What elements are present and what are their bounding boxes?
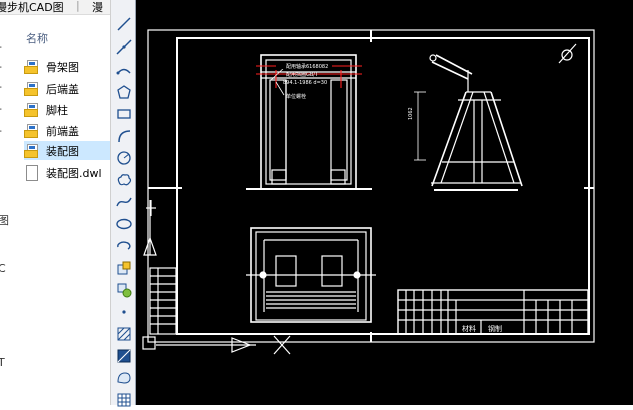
ellipse-icon[interactable] [114,214,134,234]
arc-icon[interactable] [114,126,134,146]
callout-bearing: 配用轴承6168082 [286,63,328,70]
left-strip-table [149,267,177,335]
edge-char: 图 [0,214,9,227]
callout-bolt: 单位螺栓 [286,93,306,100]
column-header-name[interactable]: 名称 [26,30,48,46]
hatch-icon[interactable] [114,324,134,344]
cad-file-icon [24,143,40,159]
ellipse-arc-icon[interactable] [114,236,134,256]
polyline-icon[interactable] [114,60,134,80]
file-name: 装配图.dwl [46,166,102,180]
region-icon[interactable] [114,368,134,388]
line-icon[interactable] [114,14,134,34]
circle-icon[interactable] [114,148,134,168]
construction-line-icon[interactable] [114,37,134,57]
edge-char: - [0,40,2,53]
revision-cloud-icon[interactable] [114,170,134,190]
cad-file-icon [24,102,40,118]
file-name: 装配图 [46,144,79,158]
drawing-canvas[interactable]: 配用轴承6168082 配用挡圈GB/T 894.1-1986 d=30 单位螺… [136,0,633,405]
window-title-bar: 漫步机CAD图 | 漫 [0,0,110,15]
file-item[interactable]: 骨架图 [24,57,110,76]
cad-file-icon [24,81,40,97]
file-explorer-panel: 漫步机CAD图 | 漫 - - - - - 图 C T 名称 骨架图 后端盖 脚… [0,0,110,405]
title-separator: | [76,0,80,12]
gradient-icon[interactable] [114,346,134,366]
file-name: 脚柱 [46,103,68,117]
window-title-next: 漫 [92,1,103,14]
crosshair-cursor [146,200,291,355]
file-name: 后端盖 [46,82,79,96]
edge-char: - [0,124,2,137]
file-name: 前端盖 [46,124,79,138]
callout-retaining-ring: 配用挡圈GB/T [286,71,319,78]
file-item-selected[interactable]: 装配图 [24,141,110,160]
side-view [414,54,523,191]
cad-drawing: 配用轴承6168082 配用挡圈GB/T 894.1-1986 d=30 单位螺… [142,29,595,355]
title-block-material-label: 材料 [462,324,476,333]
file-item[interactable]: 脚柱 [24,100,110,119]
rectangle-icon[interactable] [114,104,134,124]
spline-icon[interactable] [114,192,134,212]
polygon-icon[interactable] [114,82,134,102]
file-item[interactable]: 装配图.dwl [24,163,110,182]
window-title: 漫步机CAD图 [0,1,64,14]
point-icon[interactable] [114,302,134,322]
edge-char: - [0,102,2,115]
file-item[interactable]: 前端盖 [24,121,110,140]
top-view [246,227,376,323]
title-block-material-value: 钢制 [488,324,502,333]
file-item[interactable]: 后端盖 [24,79,110,98]
document-icon [24,164,40,181]
projection-symbol [558,43,577,64]
table-icon[interactable] [114,390,134,410]
edge-char: T [0,356,5,369]
insert-block-icon[interactable] [114,258,134,278]
cad-file-icon [24,123,40,139]
make-block-icon[interactable] [114,280,134,300]
draw-toolbar [110,0,136,407]
cad-file-icon [24,59,40,75]
dimension-text: 1062 [408,107,414,120]
callout-standard: 894.1-1986 d=30 [283,80,327,86]
file-name: 骨架图 [46,60,79,74]
edge-char: - [0,80,2,93]
edge-char: - [0,60,2,73]
edge-char: C [0,262,6,275]
